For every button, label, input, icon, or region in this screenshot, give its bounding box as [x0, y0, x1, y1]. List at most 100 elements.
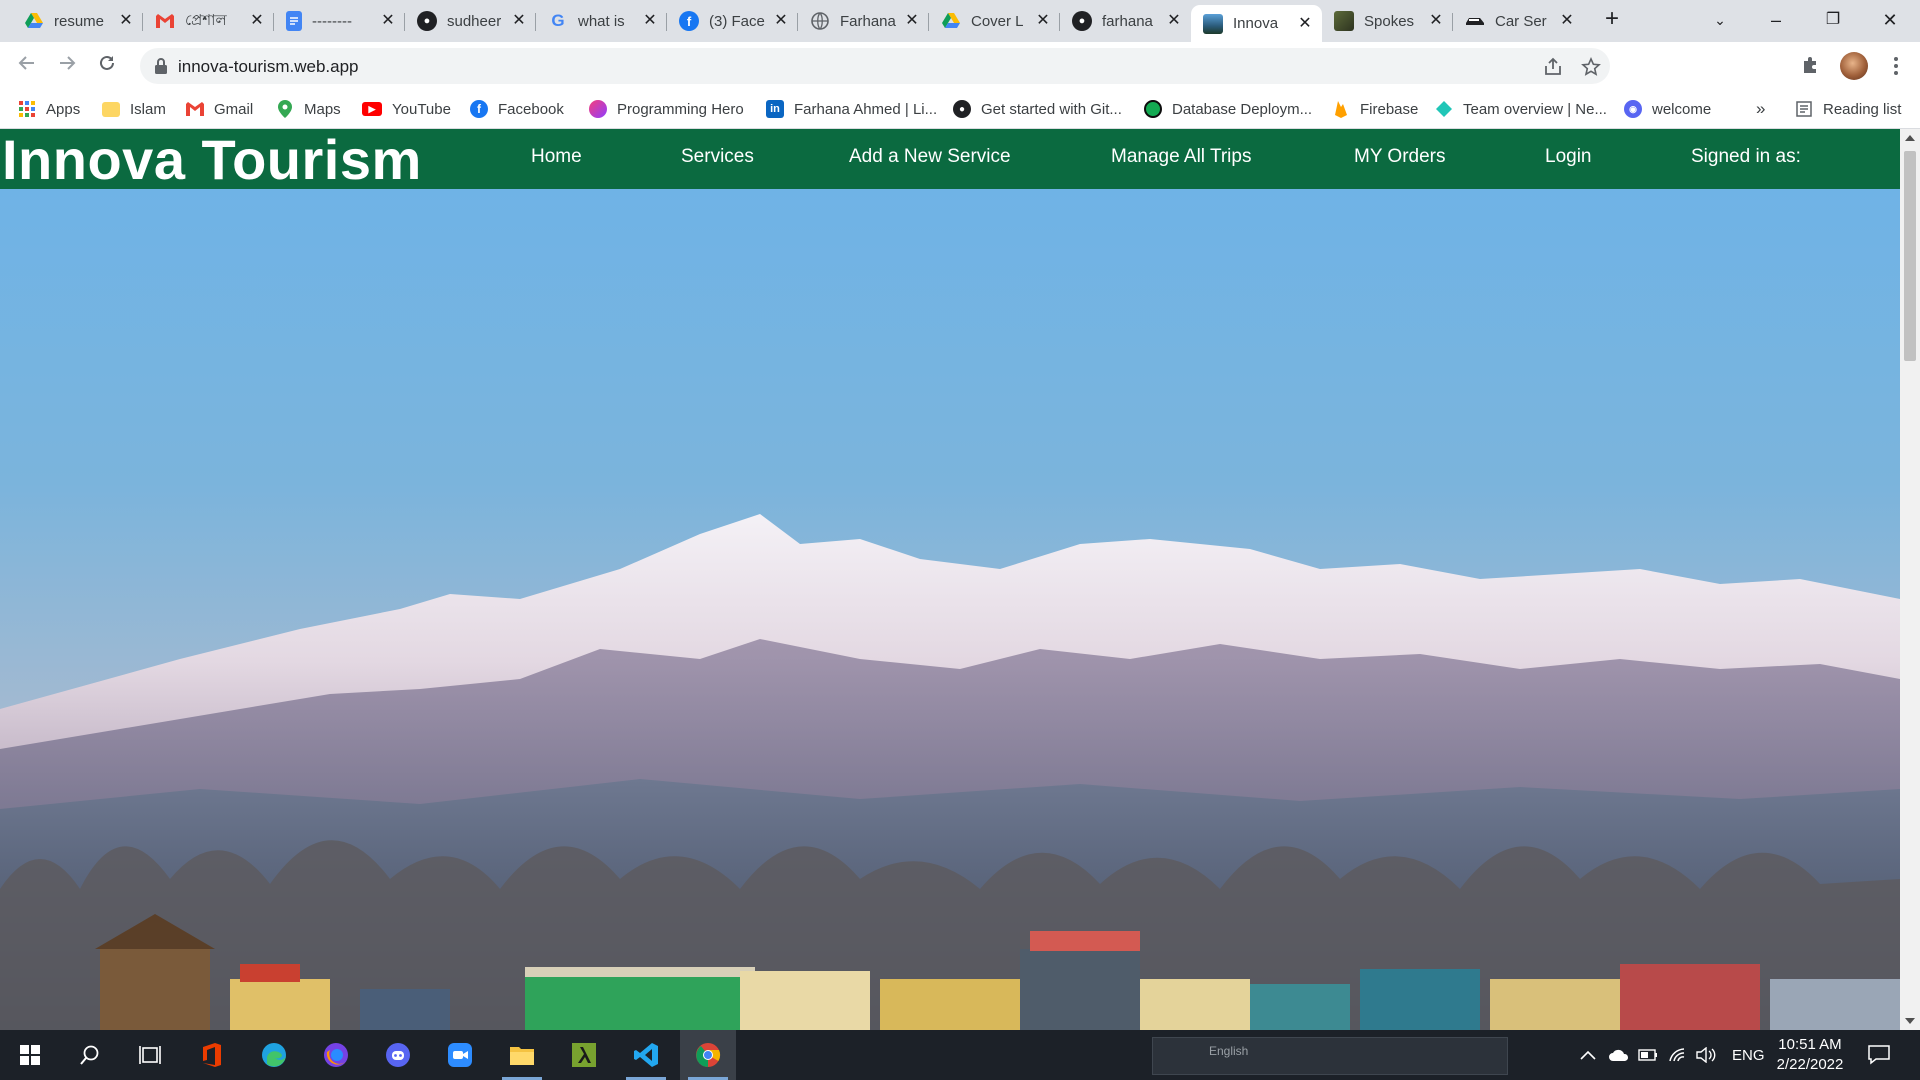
- extensions-puzzle-icon[interactable]: [1800, 54, 1824, 78]
- forward-button[interactable]: [52, 51, 82, 81]
- discord-icon[interactable]: [370, 1030, 426, 1080]
- spokes-favicon: [1334, 11, 1354, 31]
- site-brand[interactable]: Innova Tourism: [2, 129, 422, 192]
- tab-google-search[interactable]: G what is ✕: [536, 5, 667, 37]
- bookmark-apps[interactable]: Apps: [18, 99, 80, 119]
- scrollbar-thumb[interactable]: [1904, 151, 1916, 361]
- bookmark-label: YouTube: [392, 100, 451, 118]
- wifi-icon[interactable]: [1668, 1030, 1686, 1080]
- restore-button[interactable]: ❐: [1805, 0, 1861, 42]
- tab-docs[interactable]: -------- ✕: [274, 5, 405, 37]
- close-icon[interactable]: ✕: [1165, 12, 1183, 30]
- office-icon[interactable]: [184, 1030, 240, 1080]
- nav-add-new-service[interactable]: Add a New Service: [849, 146, 1011, 168]
- show-hidden-icons-chevron[interactable]: [1580, 1030, 1596, 1080]
- battery-icon[interactable]: [1638, 1030, 1658, 1080]
- nav-login[interactable]: Login: [1545, 146, 1592, 168]
- bookmark-label: Apps: [46, 100, 81, 118]
- close-icon[interactable]: ✕: [117, 12, 135, 30]
- github-icon: ●: [953, 100, 971, 118]
- chrome-menu-icon[interactable]: [1884, 54, 1908, 78]
- close-icon[interactable]: ✕: [1296, 15, 1314, 33]
- search-icon[interactable]: [62, 1030, 118, 1080]
- scroll-up-arrow-icon[interactable]: [1905, 135, 1915, 141]
- language-bar[interactable]: English: [1152, 1037, 1508, 1075]
- page-scrollbar[interactable]: [1900, 129, 1920, 1030]
- tab-car-service[interactable]: Car Ser ✕: [1453, 5, 1584, 37]
- nav-manage-all-trips[interactable]: Manage All Trips: [1111, 146, 1251, 168]
- youtube-icon: ▶: [362, 102, 382, 116]
- nav-home[interactable]: Home: [531, 146, 582, 168]
- task-view-icon[interactable]: [122, 1030, 178, 1080]
- file-explorer-icon[interactable]: [494, 1030, 550, 1080]
- back-button[interactable]: [12, 51, 42, 81]
- tab-innova-active[interactable]: Innova ✕: [1191, 5, 1322, 42]
- bookmark-mongodb[interactable]: Database Deploym...: [1144, 99, 1312, 119]
- bookmark-label: Islam: [130, 100, 166, 118]
- bookmark-youtube[interactable]: ▶ YouTube: [362, 99, 451, 119]
- share-icon[interactable]: [1543, 57, 1563, 77]
- close-icon[interactable]: ✕: [641, 12, 659, 30]
- chrome-icon[interactable]: [680, 1030, 736, 1080]
- url-text[interactable]: innova-tourism.web.app: [178, 57, 358, 77]
- tab-facebook[interactable]: f (3) Face ✕: [667, 5, 798, 37]
- nav-my-orders[interactable]: MY Orders: [1354, 146, 1446, 168]
- edge-icon[interactable]: [246, 1030, 302, 1080]
- tab-title: (3) Face: [709, 12, 765, 30]
- windows-start-icon[interactable]: [2, 1030, 58, 1080]
- tab-spokes[interactable]: Spokes ✕: [1322, 5, 1453, 37]
- volume-icon[interactable]: [1696, 1030, 1716, 1080]
- close-icon[interactable]: ✕: [1558, 12, 1576, 30]
- scroll-down-arrow-icon[interactable]: [1905, 1018, 1915, 1024]
- notifications-icon[interactable]: [1868, 1030, 1890, 1080]
- clock-time: 10:51 AM: [1778, 1036, 1842, 1053]
- lock-icon[interactable]: [154, 57, 172, 75]
- close-icon[interactable]: ✕: [903, 12, 921, 30]
- tab-gmail[interactable]: প্রেশাল ✕: [143, 5, 274, 37]
- tab-cover-letter[interactable]: Cover L ✕: [929, 5, 1060, 37]
- close-icon[interactable]: ✕: [1034, 12, 1052, 30]
- bookmark-firebase[interactable]: Firebase: [1332, 99, 1418, 119]
- system-clock[interactable]: 10:51 AM 2/22/2022: [1750, 1035, 1870, 1075]
- github-icon: ●: [1072, 11, 1092, 31]
- bookmark-programming-hero[interactable]: Programming Hero: [589, 99, 744, 119]
- bookmark-welcome[interactable]: ◉ welcome: [1624, 99, 1711, 119]
- bookmark-github[interactable]: ● Get started with Git...: [953, 99, 1122, 119]
- new-tab-button[interactable]: +: [1600, 7, 1624, 32]
- car-favicon: [1465, 11, 1485, 31]
- vscode-icon[interactable]: [618, 1030, 674, 1080]
- address-bar[interactable]: innova-tourism.web.app: [140, 48, 1610, 84]
- profile-avatar[interactable]: [1840, 52, 1868, 80]
- reading-list-button[interactable]: Reading list: [1795, 99, 1901, 119]
- close-icon[interactable]: ✕: [248, 12, 266, 30]
- close-icon[interactable]: ✕: [510, 12, 528, 30]
- bookmark-gmail[interactable]: Gmail: [186, 99, 253, 119]
- tab-github-farhana[interactable]: ● farhana ✕: [1060, 5, 1191, 37]
- signed-in-as-label: Signed in as:: [1691, 146, 1801, 167]
- tab-github-sudheer[interactable]: ● sudheer ✕: [405, 5, 536, 37]
- zoom-icon[interactable]: [432, 1030, 488, 1080]
- tab-farhana-globe[interactable]: Farhana ✕: [798, 5, 929, 37]
- bookmark-label: Programming Hero: [617, 100, 744, 118]
- tab-search-chevron-icon[interactable]: ⌄: [1692, 0, 1748, 42]
- close-icon[interactable]: ✕: [379, 12, 397, 30]
- bookmark-linkedin[interactable]: in Farhana Ahmed | Li...: [766, 99, 937, 119]
- bookmark-maps[interactable]: Maps: [276, 99, 341, 119]
- bookmark-netlify[interactable]: Team overview | Ne...: [1435, 99, 1607, 119]
- bookmark-islam[interactable]: Islam: [102, 99, 166, 119]
- close-icon[interactable]: ✕: [1427, 12, 1445, 30]
- bookmark-star-icon[interactable]: [1581, 57, 1601, 77]
- lambda-app-icon[interactable]: [556, 1030, 612, 1080]
- nav-services[interactable]: Services: [681, 146, 754, 168]
- onedrive-icon[interactable]: [1608, 1030, 1630, 1080]
- reload-button[interactable]: [92, 51, 122, 81]
- tab-resume[interactable]: resume ✕: [12, 5, 143, 37]
- bookmarks-overflow-button[interactable]: »: [1756, 99, 1765, 119]
- tab-title: Innova: [1233, 15, 1279, 32]
- minimize-button[interactable]: –: [1748, 0, 1804, 42]
- firefox-icon[interactable]: [308, 1030, 364, 1080]
- bookmark-label: Farhana Ahmed | Li...: [794, 100, 938, 118]
- bookmark-facebook[interactable]: f Facebook: [470, 99, 564, 119]
- close-icon[interactable]: ✕: [772, 12, 790, 30]
- close-window-button[interactable]: ✕: [1862, 0, 1918, 42]
